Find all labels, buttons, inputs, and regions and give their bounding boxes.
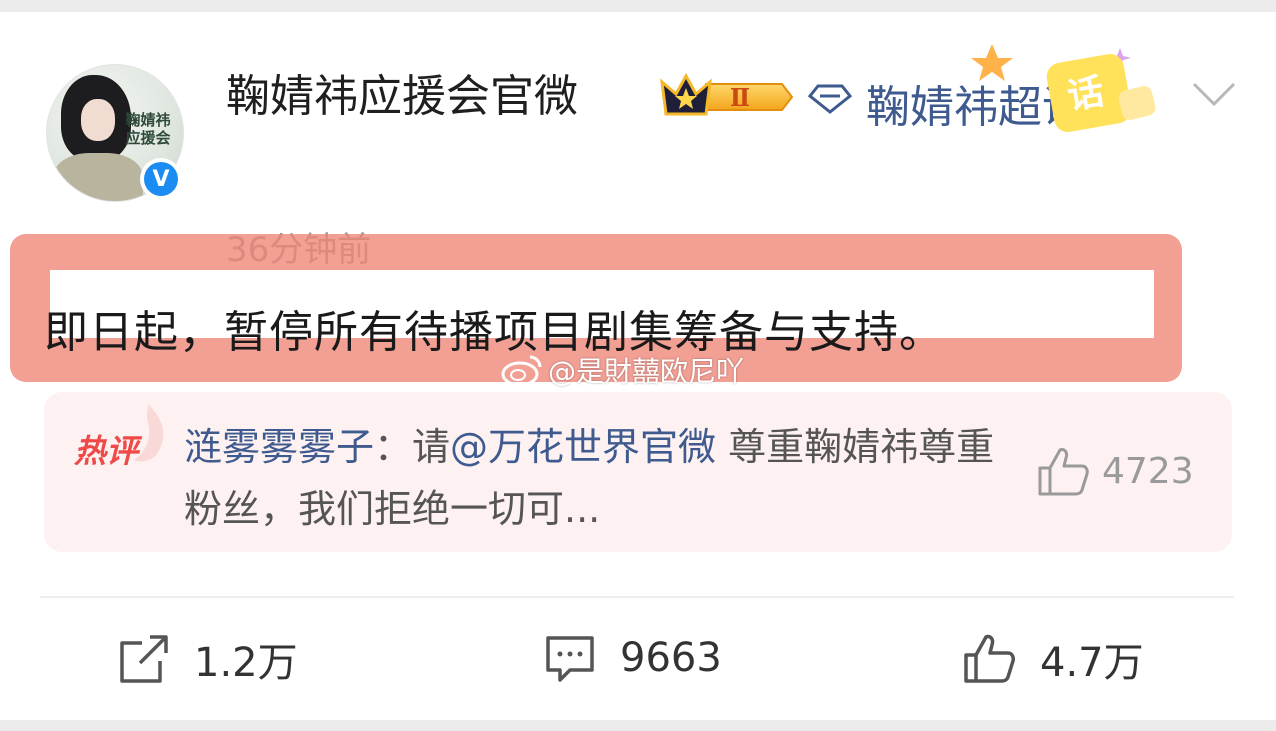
avatar-body bbox=[53, 153, 143, 201]
like-count: 4.7万 bbox=[1040, 640, 1144, 686]
comment-button[interactable]: 9663 bbox=[542, 630, 722, 686]
divider bbox=[40, 596, 1234, 598]
weibo-logo-icon bbox=[501, 355, 542, 387]
verified-icon: V bbox=[140, 158, 182, 200]
thumbs-up-icon bbox=[964, 634, 1015, 683]
watermark: @是財囍欧尼吖 bbox=[500, 350, 744, 390]
share-icon bbox=[120, 635, 168, 683]
comment-text-before-mention: 请 bbox=[412, 425, 451, 469]
comment-mention[interactable]: @万花世界官微 bbox=[450, 425, 716, 469]
hot-comment-text: 涟雾雾雾子：请@万花世界官微 尊重鞠婧祎尊重粉丝，我们拒绝一切可... bbox=[184, 416, 1004, 540]
super-topic-badge-text: 话 bbox=[1065, 71, 1108, 118]
comment-author[interactable]: 涟雾雾雾子 bbox=[184, 425, 374, 469]
super-topic-badge-icon: 话 bbox=[971, 44, 1156, 133]
share-button[interactable]: 1.2万 bbox=[116, 630, 298, 688]
thumbs-up-icon bbox=[1038, 448, 1089, 496]
hot-comment-tag: 热评 bbox=[74, 432, 139, 470]
comment-separator: ： bbox=[374, 425, 413, 469]
comment-count: 9663 bbox=[620, 635, 722, 681]
comment-icon bbox=[546, 636, 594, 682]
like-button[interactable]: 4.7万 bbox=[962, 630, 1144, 688]
avatar-face bbox=[81, 99, 115, 141]
share-count: 1.2万 bbox=[194, 640, 298, 686]
chevron-down-icon[interactable] bbox=[1190, 78, 1238, 108]
avatar-caption: 鞠婧祎应援会 bbox=[125, 111, 171, 147]
comment-like-count: 4723 bbox=[1102, 450, 1194, 492]
comment-like-button[interactable]: 4723 bbox=[1036, 444, 1194, 498]
post-text: 即日起，暂停所有待播项目剧集筹备与支持。 bbox=[44, 307, 944, 358]
watermark-text: @是財囍欧尼吖 bbox=[548, 355, 745, 388]
